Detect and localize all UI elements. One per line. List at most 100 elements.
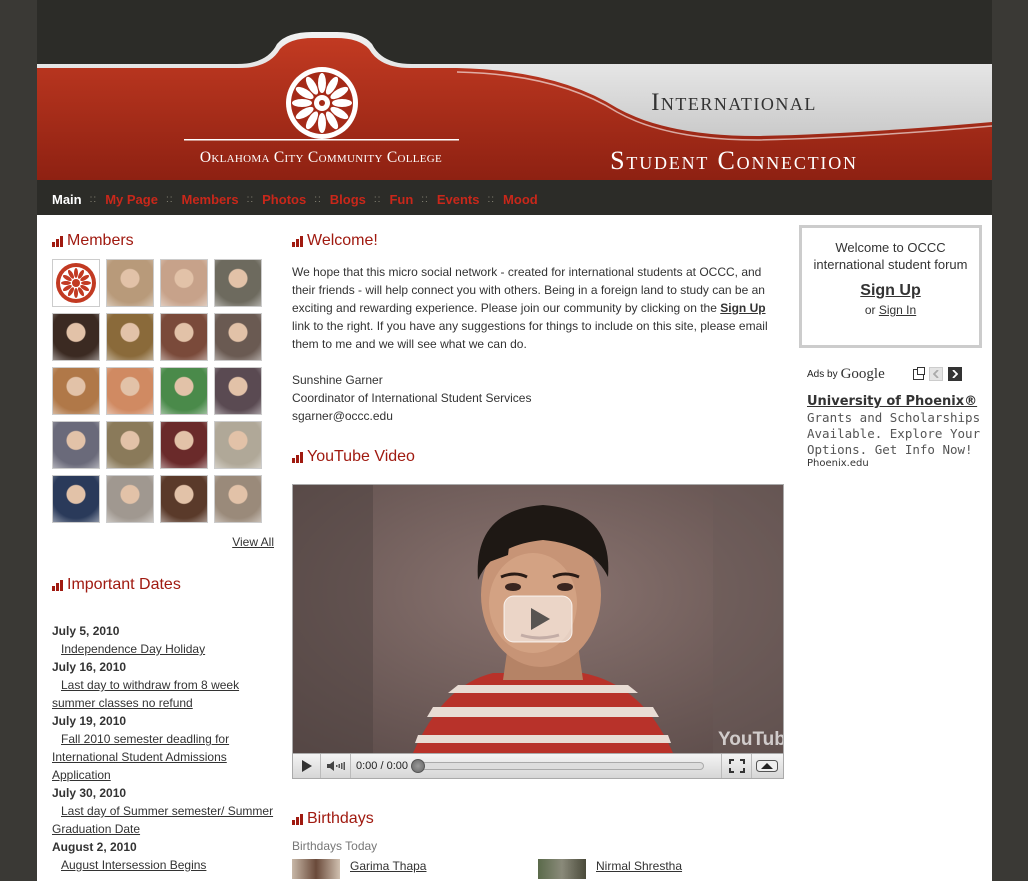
date-event-link[interactable]: Last day to withdraw from 8 week summer … [52,678,239,710]
member-avatar[interactable] [160,367,208,415]
member-avatar[interactable] [214,475,262,523]
date-heading: July 5, 2010 [52,624,120,638]
signature-name: Sunshine Garner [292,373,383,387]
play-icon[interactable] [293,754,321,778]
welcome-text-before: We hope that this micro social network -… [292,265,765,315]
birthdays-title-text: Birthdays [307,810,374,827]
nav-separator: :: [373,194,382,205]
nav-separator: :: [487,194,496,205]
ads-by-label[interactable]: Ads by [807,369,838,380]
nav-item-events[interactable]: Events [437,192,480,207]
member-avatar[interactable] [160,475,208,523]
ad-title-link[interactable]: University of Phoenix® [807,394,982,410]
member-grid [52,259,274,523]
fullscreen-icon[interactable] [721,754,751,778]
birthday-avatar[interactable] [538,859,586,879]
member-avatar[interactable] [52,259,100,307]
dates-title: Important Dates [52,576,274,594]
ad-next-icon[interactable] [947,367,962,381]
nav-separator: :: [165,194,174,205]
dates-list: July 5, 2010 Independence Day Holiday July… [52,622,274,874]
member-avatar[interactable] [52,421,100,469]
member-avatar[interactable] [160,421,208,469]
main-nav: Main:: My Page:: Members:: Photos:: Blogs:: F… [37,184,992,215]
google-logo[interactable]: Google [841,366,885,383]
birthday-avatar[interactable] [292,859,340,879]
member-avatar[interactable] [160,259,208,307]
expand-icon[interactable] [751,754,781,778]
title-line1: International [651,89,817,116]
date-event-link[interactable]: Last day of Summer semester/ Summer Grad… [52,804,273,836]
birthday-name-link[interactable]: Nirmal Shrestha [596,859,682,873]
ad-popout-icon[interactable] [912,366,925,380]
date-event: August Intersession Begins [52,856,274,874]
member-avatar[interactable] [214,313,262,361]
ad-prev-icon[interactable] [928,367,943,381]
login-welcome: Welcome to OCCC international student fo… [813,240,968,272]
nav-item-fun[interactable]: Fun [389,192,413,207]
member-avatar[interactable] [52,475,100,523]
member-avatar[interactable] [52,367,100,415]
member-avatar[interactable] [214,259,262,307]
date-event-link[interactable]: Fall 2010 semester deadling for Internat… [52,732,229,782]
ads-block: Ads by Google University of Phoenix® Gra… [799,364,982,470]
nav-item-blogs[interactable]: Blogs [330,192,366,207]
ads-header: Ads by Google [807,364,982,384]
nav-item-members[interactable]: Members [182,192,239,207]
youtube-title-text: YouTube Video [307,448,415,465]
nav-item-mood[interactable]: Mood [503,192,538,207]
date-event: Fall 2010 semester deadling for Internat… [52,730,274,784]
title-line2: Student Connection [610,146,858,175]
banner-graphic: Oklahoma City Community College Internat… [37,30,992,185]
members-title: Members [52,232,274,250]
view-all-row: View All [52,535,274,549]
member-avatar[interactable] [160,313,208,361]
date-event: Last day of Summer semester/ Summer Grad… [52,802,274,838]
youtube-player[interactable]: YouTube 0:00 / 0:00 [292,484,784,779]
date-heading: August 2, 2010 [52,840,137,854]
nav-separator: :: [246,194,255,205]
date-event-link[interactable]: Independence Day Holiday [61,642,205,656]
members-title-text: Members [67,232,134,249]
volume-icon[interactable] [321,754,351,778]
nav-item-main[interactable]: Main [52,192,82,207]
signin-row: or Sign In [802,302,979,319]
member-avatar[interactable] [106,313,154,361]
progress-knob[interactable] [411,759,425,773]
ad-url[interactable]: Phoenix.edu [807,458,982,469]
site-banner[interactable]: Oklahoma City Community College Internat… [37,30,992,185]
welcome-text: We hope that this micro social network -… [292,263,784,353]
birthdays-list: Garima Thapa Nirmal Shrestha [292,859,784,879]
ad-body: University of Phoenix® Grants and Schola… [807,394,982,469]
welcome-text-after: link to the right. If you have any sugge… [292,319,768,351]
signin-link[interactable]: Sign In [879,303,916,317]
college-name: Oklahoma City Community College [200,149,442,166]
welcome-title-text: Welcome! [307,232,378,249]
middle-column: Welcome! We hope that this micro social … [292,232,784,879]
nav-item-my-page[interactable]: My Page [105,192,158,207]
signup-link[interactable]: Sign Up [802,282,979,299]
dates-title-text: Important Dates [67,576,181,593]
member-avatar[interactable] [106,259,154,307]
or-text: or [864,303,876,317]
video-frame[interactable]: YouTube [293,485,783,753]
member-avatar[interactable] [52,313,100,361]
nav-item-photos[interactable]: Photos [262,192,306,207]
date-event: Last day to withdraw from 8 week summer … [52,676,274,712]
birthday-item: Nirmal Shrestha [538,859,784,879]
member-avatar[interactable] [214,421,262,469]
date-heading: July 16, 2010 [52,660,127,674]
ad-text[interactable]: Grants and Scholarships Available. Explo… [807,410,982,458]
video-controls: 0:00 / 0:00 [293,753,783,778]
birthday-name-link[interactable]: Garima Thapa [350,859,426,873]
progress-bar[interactable] [411,759,704,773]
date-event: Independence Day Holiday [52,640,274,658]
member-avatar[interactable] [214,367,262,415]
left-column: Members View All Important Dates July 5,… [52,232,274,874]
member-avatar[interactable] [106,421,154,469]
date-event-link[interactable]: August Intersession Begins [61,858,206,872]
view-all-link[interactable]: View All [232,535,274,549]
member-avatar[interactable] [106,367,154,415]
member-avatar[interactable] [106,475,154,523]
welcome-signup-link[interactable]: Sign Up [720,301,765,315]
